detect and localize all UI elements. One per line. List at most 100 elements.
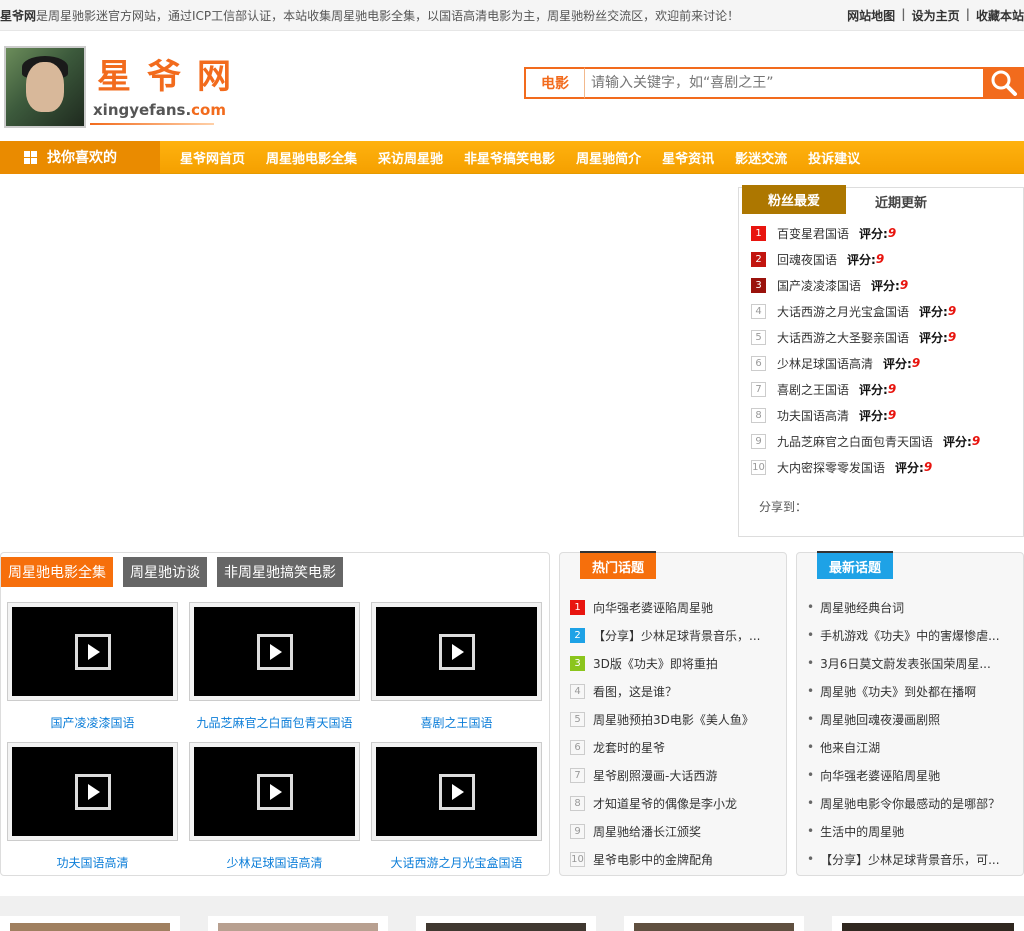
logo-domain[interactable]: xingyefans.com xyxy=(93,101,226,119)
list-item[interactable]: • 周星驰经典台词 xyxy=(807,593,1017,621)
nav-item-feedback[interactable]: 投诉建议 xyxy=(808,148,860,167)
movie-name[interactable]: 九品芝麻官之白面包青天国语 xyxy=(189,714,360,731)
movie-name[interactable]: 少林足球国语高清 xyxy=(189,854,360,871)
topic-title[interactable]: 龙套时的星爷 xyxy=(593,739,665,756)
nav-item-news[interactable]: 星爷资讯 xyxy=(662,148,714,167)
movie-thumbnail[interactable] xyxy=(7,602,178,701)
movie-title[interactable]: 百变星君国语 xyxy=(777,225,849,242)
topic-title[interactable]: 周星驰电影令你最感动的是哪部？ xyxy=(820,795,1000,812)
list-item[interactable]: 5 大话西游之大圣娶亲国语 评分: 9 xyxy=(751,324,1023,350)
search-category[interactable]: 电影 xyxy=(524,67,585,99)
movie-title[interactable]: 回魂夜国语 xyxy=(777,251,837,268)
list-item[interactable]: • 周星驰回魂夜漫画剧照 xyxy=(807,705,1017,733)
list-item[interactable]: • 周星驰《功夫》到处都在播啊 xyxy=(807,677,1017,705)
topic-title[interactable]: 看图，这是谁？ xyxy=(593,683,677,700)
nav-item-forum[interactable]: 影迷交流 xyxy=(735,148,787,167)
list-item[interactable]: 10 星爷电影中的金牌配角 xyxy=(570,845,780,873)
list-item[interactable]: • 周星驰电影令你最感动的是哪部？ xyxy=(807,789,1017,817)
topic-title[interactable]: 【分享】少林足球背景音乐，... xyxy=(593,627,760,644)
list-item[interactable]: 2 回魂夜国语 评分: 9 xyxy=(751,246,1023,272)
movie-thumbnail[interactable] xyxy=(371,742,542,841)
movie-title[interactable]: 大话西游之月光宝盒国语 xyxy=(777,303,909,320)
movie-thumbnail[interactable] xyxy=(189,602,360,701)
list-item[interactable]: 9 周星驰给潘长江颁奖 xyxy=(570,817,780,845)
topic-title[interactable]: 才知道星爷的偶像是李小龙 xyxy=(593,795,737,812)
list-item[interactable]: • 他来自江湖 xyxy=(807,733,1017,761)
movie-thumbnail[interactable] xyxy=(7,742,178,841)
list-item[interactable]: • 生活中的周星驰 xyxy=(807,817,1017,845)
set-homepage-link[interactable]: 设为主页 xyxy=(912,7,960,24)
movie-thumbnail[interactable] xyxy=(189,742,360,841)
movie-card[interactable]: 少林足球国语高清 xyxy=(189,742,360,882)
list-item[interactable]: 4 看图，这是谁？ xyxy=(570,677,780,705)
list-item[interactable]: 6 龙套时的星爷 xyxy=(570,733,780,761)
topic-title[interactable]: 周星驰预拍3D电影《美人鱼》 xyxy=(593,711,754,728)
list-item[interactable]: 1 百变星君国语 评分: 9 xyxy=(751,220,1023,246)
list-item[interactable]: 7 星爷剧照漫画-大话西游 xyxy=(570,761,780,789)
topic-title[interactable]: 3D版《功夫》即将重拍 xyxy=(593,655,718,672)
movie-card[interactable]: 功夫国语高清 xyxy=(7,742,178,882)
topic-title[interactable]: 向华强老婆诬陷周星驰 xyxy=(593,599,713,616)
bottom-thumbnail[interactable] xyxy=(416,916,596,931)
topic-title[interactable]: 3月6日莫文蔚发表张国荣周星... xyxy=(820,655,991,672)
tab-recent-updates[interactable]: 近期更新 xyxy=(846,188,956,214)
topic-title[interactable]: 周星驰经典台词 xyxy=(820,599,904,616)
movie-title[interactable]: 喜剧之王国语 xyxy=(777,381,849,398)
nav-item-interviews[interactable]: 采访周星驰 xyxy=(378,148,443,167)
movie-title[interactable]: 大内密探零零发国语 xyxy=(777,459,885,476)
bottom-thumbnail[interactable] xyxy=(208,916,388,931)
topic-title[interactable]: 周星驰给潘长江颁奖 xyxy=(593,823,701,840)
list-item[interactable]: 3 国产凌凌漆国语 评分: 9 xyxy=(751,272,1023,298)
bottom-thumbnail[interactable] xyxy=(0,916,180,931)
topic-title[interactable]: 向华强老婆诬陷周星驰 xyxy=(820,767,940,784)
topic-title[interactable]: 星爷剧照漫画-大话西游 xyxy=(593,767,717,784)
logo-text[interactable]: 星爷网 xyxy=(97,49,247,98)
list-item[interactable]: 7 喜剧之王国语 评分: 9 xyxy=(751,376,1023,402)
list-item[interactable]: 1 向华强老婆诬陷周星驰 xyxy=(570,593,780,621)
sitemap-link[interactable]: 网站地图 xyxy=(847,7,895,24)
topic-title[interactable]: 手机游戏《功夫》中的害爆惨虐... xyxy=(820,627,999,644)
movie-title[interactable]: 功夫国语高清 xyxy=(777,407,849,424)
list-item[interactable]: • 手机游戏《功夫》中的害爆惨虐... xyxy=(807,621,1017,649)
movie-name[interactable]: 国产凌凌漆国语 xyxy=(7,714,178,731)
nav-item-movies[interactable]: 周星驰电影全集 xyxy=(266,148,357,167)
movie-thumbnail[interactable] xyxy=(371,602,542,701)
movie-card[interactable]: 国产凌凌漆国语 xyxy=(7,602,178,742)
list-item[interactable]: 10 大内密探零零发国语 评分: 9 xyxy=(751,454,1023,480)
tab-other-comedy[interactable]: 非周星驰搞笑电影 xyxy=(217,557,343,587)
list-item[interactable]: 5 周星驰预拍3D电影《美人鱼》 xyxy=(570,705,780,733)
list-item[interactable]: 3 3D版《功夫》即将重拍 xyxy=(570,649,780,677)
topic-title[interactable]: 周星驰《功夫》到处都在播啊 xyxy=(820,683,976,700)
search-button[interactable] xyxy=(983,67,1024,99)
movie-name[interactable]: 大话西游之月光宝盒国语 xyxy=(371,854,542,871)
search-input[interactable] xyxy=(585,67,983,99)
nav-item-biography[interactable]: 周星驰简介 xyxy=(576,148,641,167)
movie-title[interactable]: 少林足球国语高清 xyxy=(777,355,873,372)
nav-item-home[interactable]: 星爷网首页 xyxy=(180,148,245,167)
topic-title[interactable]: 周星驰回魂夜漫画剧照 xyxy=(820,711,940,728)
list-item[interactable]: 8 功夫国语高清 评分: 9 xyxy=(751,402,1023,428)
list-item[interactable]: 9 九品芝麻官之白面包青天国语 评分: 9 xyxy=(751,428,1023,454)
bookmark-link[interactable]: 收藏本站 xyxy=(976,7,1024,24)
list-item[interactable]: 8 才知道星爷的偶像是李小龙 xyxy=(570,789,780,817)
topic-title[interactable]: 生活中的周星驰 xyxy=(820,823,904,840)
list-item[interactable]: 4 大话西游之月光宝盒国语 评分: 9 xyxy=(751,298,1023,324)
list-item[interactable]: • 3月6日莫文蔚发表张国荣周星... xyxy=(807,649,1017,677)
movie-title[interactable]: 国产凌凌漆国语 xyxy=(777,277,861,294)
movie-title[interactable]: 大话西游之大圣娶亲国语 xyxy=(777,329,909,346)
movie-name[interactable]: 功夫国语高清 xyxy=(7,854,178,871)
nav-item-other-comedy[interactable]: 非星爷搞笑电影 xyxy=(464,148,555,167)
list-item[interactable]: • 向华强老婆诬陷周星驰 xyxy=(807,761,1017,789)
topic-title[interactable]: 【分享】少林足球背景音乐，可... xyxy=(820,851,999,868)
topic-title[interactable]: 他来自江湖 xyxy=(820,739,880,756)
movie-name[interactable]: 喜剧之王国语 xyxy=(371,714,542,731)
bottom-thumbnail[interactable] xyxy=(624,916,804,931)
category-menu-button[interactable]: 找你喜欢的 xyxy=(0,140,160,174)
tab-fan-favorites[interactable]: 粉丝最爱 xyxy=(742,185,846,214)
tab-interviews[interactable]: 周星驰访谈 xyxy=(123,557,207,587)
list-item[interactable]: 6 少林足球国语高清 评分: 9 xyxy=(751,350,1023,376)
bottom-thumbnail[interactable] xyxy=(832,916,1024,931)
logo-avatar[interactable] xyxy=(4,46,86,128)
movie-card[interactable]: 大话西游之月光宝盒国语 xyxy=(371,742,542,882)
topic-title[interactable]: 星爷电影中的金牌配角 xyxy=(593,851,713,868)
